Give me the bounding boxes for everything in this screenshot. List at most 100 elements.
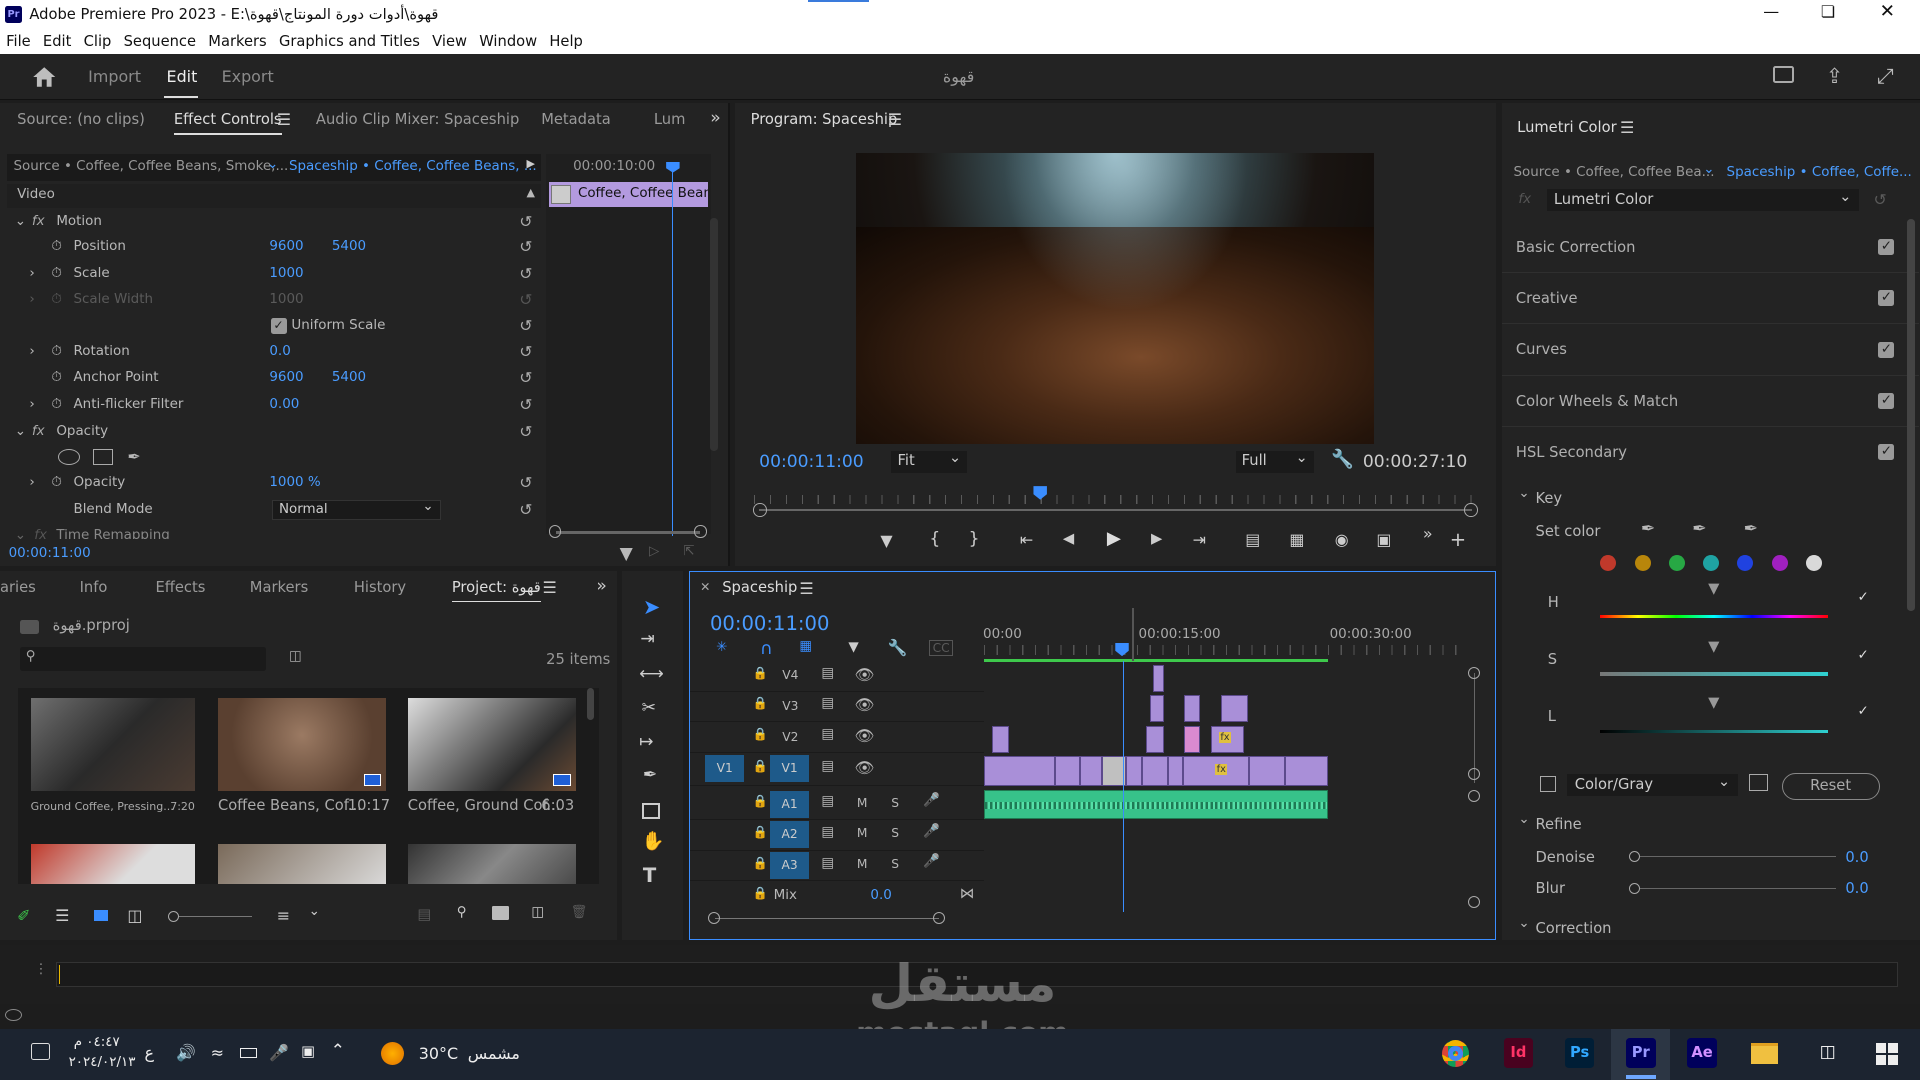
clip-v3-a[interactable]	[1149, 695, 1165, 723]
tab-markers[interactable]: Markers	[250, 571, 308, 605]
menu-help[interactable]: Help	[549, 33, 582, 50]
thumb-row2-1[interactable]	[30, 843, 195, 885]
hue-handle[interactable]: ▼	[1708, 580, 1720, 617]
weather-temp[interactable]: 30°C	[419, 1044, 458, 1063]
step-back-icon[interactable]: ◀	[1063, 530, 1074, 547]
swatch-blue[interactable]	[1737, 554, 1754, 571]
stopwatch-icon[interactable]: ⏱	[51, 339, 62, 365]
fit-select[interactable]: Fit ⌄	[891, 449, 968, 473]
key-chevron-icon[interactable]: ⌄	[1518, 486, 1529, 501]
menu-view[interactable]: View	[432, 33, 467, 50]
stopwatch-icon[interactable]: ⏱	[51, 261, 62, 287]
thumb-scrollbar[interactable]	[586, 688, 594, 720]
step-forward-icon[interactable]: ▶	[1151, 530, 1162, 547]
weather-label[interactable]: مشمس	[468, 1044, 520, 1063]
play-icon[interactable]: ▶	[1107, 528, 1121, 549]
sync-lock-icon[interactable]: ▤	[821, 696, 834, 711]
blur-slider[interactable]	[1639, 887, 1836, 889]
more-tabs-icon[interactable]: »	[710, 108, 720, 128]
program-menu-icon[interactable]: ☰	[888, 110, 902, 129]
clip-area[interactable]: fx fx	[984, 660, 1468, 912]
close-sequence-icon[interactable]: ✕	[700, 580, 710, 594]
denoise-handle[interactable]	[1628, 851, 1640, 863]
minimize-button[interactable]: —	[1763, 2, 1779, 21]
slip-tool-icon[interactable]: ↦	[639, 732, 653, 752]
task-view-icon[interactable]: ◫	[1820, 1042, 1836, 1062]
play-only-icon[interactable]: ▶	[527, 157, 535, 170]
scroll-handle-bottom[interactable]	[1467, 896, 1481, 909]
expand-chevron-icon[interactable]: ⌄	[15, 419, 26, 445]
project-search-input[interactable]: ⚲	[19, 646, 266, 671]
color-gray-checkbox[interactable]	[1540, 776, 1557, 793]
sync-lock-icon[interactable]: ▤	[821, 825, 834, 840]
lift-icon[interactable]: ▤	[1245, 530, 1260, 549]
more-tabs-icon[interactable]: »	[596, 576, 606, 596]
maximize-button[interactable]: ❏	[1821, 2, 1835, 21]
filter-icon[interactable]: ▼	[620, 544, 633, 564]
zoom-handle-right[interactable]	[694, 525, 707, 538]
anchor-x[interactable]: 9600	[269, 365, 303, 391]
mic-icon[interactable]: 🎤	[923, 824, 940, 839]
eyedropper-icon[interactable]: ✒	[1641, 519, 1655, 539]
new-item-icon[interactable]: ◫	[531, 905, 544, 920]
razor-tool-icon[interactable]: ✂	[642, 698, 656, 718]
section-hsl-secondary[interactable]: HSL Secondary ✓	[1502, 427, 1918, 478]
panel-menu-icon[interactable]: ☰	[542, 578, 556, 597]
wifi-icon[interactable]: ≈	[211, 1043, 224, 1062]
clock[interactable]: ٠٤:٤٧ م ٢٠٢٤/٠٢/١٣	[69, 1033, 136, 1072]
menu-edit[interactable]: Edit	[43, 33, 71, 50]
correction-chevron-icon[interactable]: ⌄	[1518, 916, 1529, 931]
hand-tool-icon[interactable]: ✋	[642, 831, 665, 852]
rectangle-mask-icon[interactable]	[93, 449, 113, 466]
expand-chevron-icon[interactable]: ›	[29, 392, 34, 418]
section-basic-correction[interactable]: Basic Correction ✓	[1502, 222, 1919, 274]
invert-mask-icon[interactable]	[1748, 773, 1769, 791]
enable-checkbox[interactable]: ✓	[1878, 290, 1895, 307]
lock-icon[interactable]: 🔒	[753, 696, 768, 710]
freeform-view-icon[interactable]: ◫	[127, 906, 142, 925]
tab-source[interactable]: Source: (no clips)	[17, 103, 145, 137]
reset-icon[interactable]: ↺	[519, 392, 532, 418]
ripple-edit-tool-icon[interactable]: ⟷	[639, 664, 664, 684]
type-tool-icon[interactable]: T	[643, 864, 656, 887]
photoshop-icon[interactable]: Ps	[1564, 1038, 1595, 1068]
position-x[interactable]: 9600	[269, 234, 303, 260]
clip-v2-fx[interactable]: fx	[1210, 725, 1244, 753]
track-label-v1[interactable]: V1	[769, 755, 810, 783]
timeline-timecode[interactable]: 00:00:11:00	[710, 612, 829, 635]
tab-metadata[interactable]: Metadata	[541, 103, 611, 137]
tab-libraries[interactable]: aries	[0, 571, 36, 605]
program-current-time[interactable]: 00:00:11:00	[759, 452, 863, 472]
eye-icon[interactable]: 👁	[854, 726, 874, 745]
write-on-icon[interactable]: ✐	[17, 906, 30, 925]
sync-lock-icon[interactable]: ▤	[821, 856, 834, 871]
lumetri-sequence[interactable]: Spaceship • Coffee, Coffe...	[1727, 165, 1912, 180]
menu-sequence[interactable]: Sequence	[124, 33, 196, 50]
tab-lumetri-scopes[interactable]: Lum	[654, 103, 686, 137]
color-gray-select[interactable]: Color/Gray ⌄	[1567, 773, 1738, 796]
denoise-value[interactable]: 0.0	[1845, 849, 1868, 866]
indesign-icon[interactable]: Id	[1503, 1038, 1534, 1068]
stopwatch-icon[interactable]: ⏱	[51, 234, 62, 260]
file-explorer-icon[interactable]	[1751, 1043, 1778, 1065]
settings-wrench-icon[interactable]: 🔧	[1331, 449, 1354, 470]
expand-chevron-icon[interactable]: ›	[29, 470, 34, 496]
menu-markers[interactable]: Markers	[208, 33, 266, 50]
tray-chevron-icon[interactable]: ⌃	[331, 1041, 345, 1061]
premiere-icon[interactable]: Pr	[1626, 1038, 1656, 1068]
scroll-handle-a[interactable]	[1467, 789, 1481, 802]
reset-icon[interactable]: ↺	[519, 365, 532, 391]
section-color-wheels[interactable]: Color Wheels & Match ✓	[1502, 376, 1919, 428]
antiflicker-value[interactable]: 0.00	[269, 392, 299, 418]
meet-icon[interactable]: ▣	[301, 1043, 315, 1060]
mini-playhead-handle[interactable]	[666, 161, 680, 173]
clip-v1-c[interactable]	[1079, 756, 1102, 786]
clip-v1-g[interactable]	[1167, 756, 1183, 786]
mark-out-icon[interactable]: }	[969, 529, 980, 549]
opacity-section-row[interactable]: ⌄ fx Opacity ↺	[0, 419, 539, 445]
battery-icon[interactable]	[240, 1048, 258, 1058]
chevron-down-icon[interactable]: ⌄	[1703, 162, 1714, 177]
thumb-row2-3[interactable]	[407, 843, 576, 885]
clip-v1-f[interactable]	[1142, 756, 1168, 786]
s-checkbox-icon[interactable]: ✓	[1858, 648, 1869, 663]
